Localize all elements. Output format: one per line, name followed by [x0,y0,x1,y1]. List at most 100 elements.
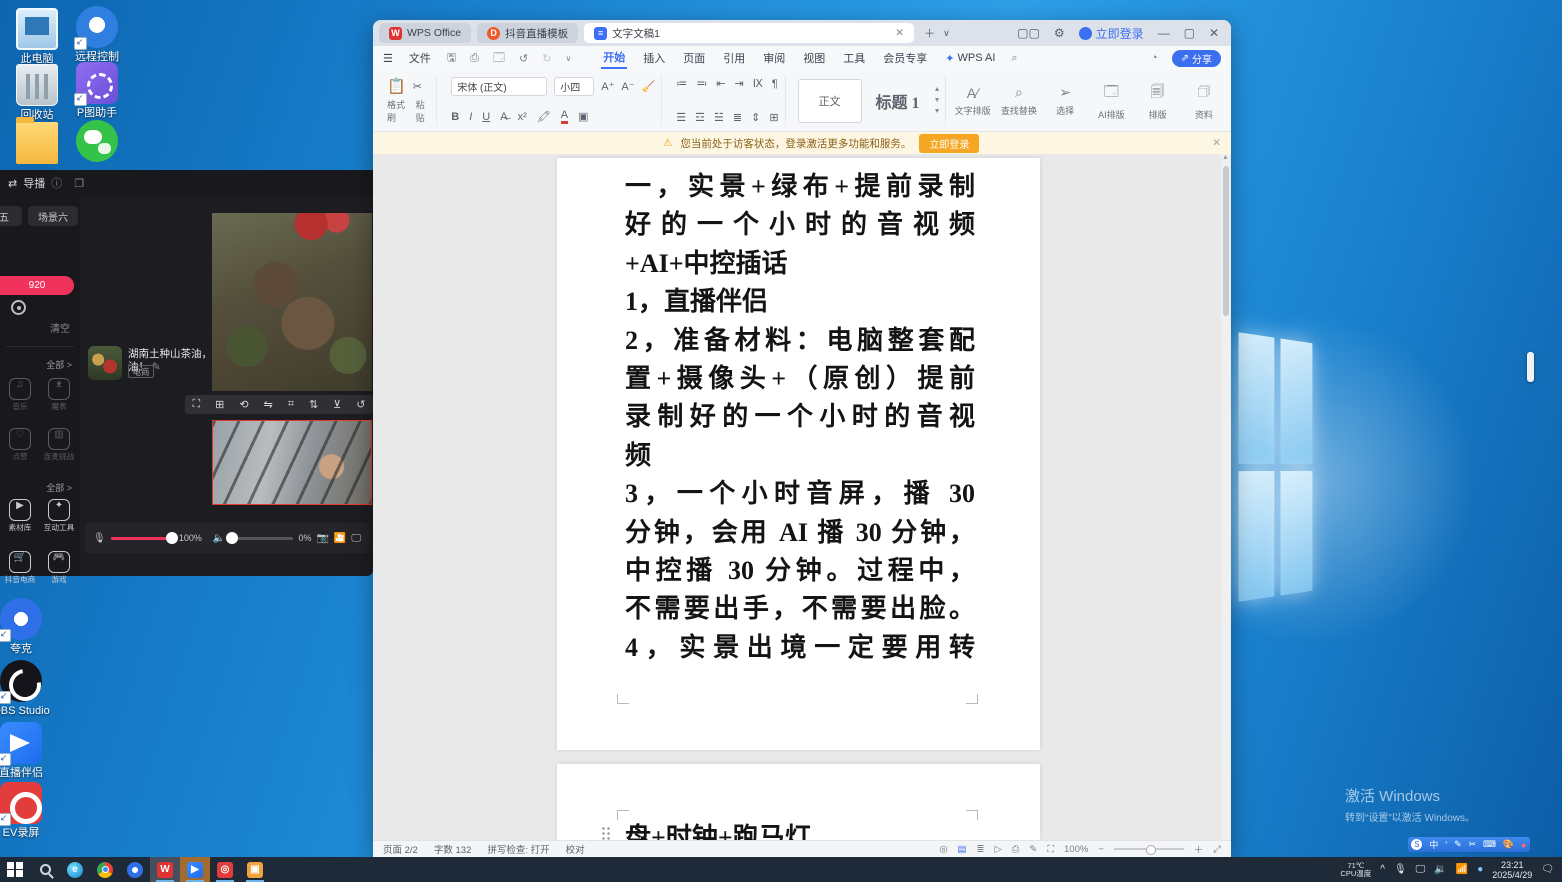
font-name-select[interactable]: 宋体 (正文) [451,77,547,96]
page-2[interactable]: 盘+时钟+跑马灯 [557,764,1040,840]
justify-icon[interactable]: ≣ [733,111,742,124]
select-tool[interactable]: ➢ 选择 [1046,75,1084,126]
outdent-icon[interactable]: ⇤ [716,77,725,90]
undo-icon[interactable]: ↺ [519,52,528,65]
all-link-top[interactable]: 全部 > [46,358,72,371]
record-icon[interactable] [11,300,26,315]
start-button[interactable] [0,857,30,882]
desktop-icon-live-companion[interactable]: 直播伴侣 [0,722,58,779]
desktop-icon-ev-recorder[interactable]: EV录屏 [0,782,58,839]
scrollbar-thumb[interactable] [1223,166,1229,316]
superscript-button[interactable]: x² [518,111,527,123]
paste-button[interactable]: 粘贴 [416,98,431,124]
status-proofread[interactable]: 校对 [566,842,585,856]
zoom-value[interactable]: 100% [1064,844,1088,855]
clear-format-icon[interactable]: 🧹 [642,80,656,93]
mic-volume-slider[interactable] [111,537,174,540]
zoom-slider[interactable] [1114,848,1184,850]
tool-media-library[interactable]: ▶ 素材库 [1,499,39,532]
share-button[interactable]: ⇗ 分享 [1172,50,1221,67]
menu-insert[interactable]: 插入 [641,48,667,68]
microphone-icon[interactable]: 🎙 [93,533,106,544]
new-tab-button[interactable]: ＋ [924,25,935,41]
scroll-up-icon[interactable]: ▲ [1221,154,1230,161]
text-direction-icon[interactable]: Ⅸ [753,77,763,90]
desktop-icon-remote[interactable]: 远程控制 [60,6,134,63]
video-toggle-icon[interactable]: 🎦 [334,533,346,544]
print-icon[interactable]: ⎙ [470,52,479,65]
keyboard-icon[interactable]: ⌨ [1483,839,1496,850]
speaker-icon[interactable]: 🔈 [213,533,225,544]
redo-icon[interactable]: ↻ [542,52,551,65]
help-icon[interactable]: ◎ [939,844,947,855]
vertical-scrollbar[interactable]: ▲ [1221,154,1230,840]
status-spellcheck[interactable]: 拼写检查: 打开 [487,842,549,856]
cpu-temp-widget[interactable]: 71℃ CPU温度 [1340,862,1371,878]
rotate-icon[interactable]: ⟲ [239,398,248,411]
tray-bluetooth-icon[interactable]: ● [1477,864,1483,875]
scene-tab-5[interactable]: 五 [0,206,22,226]
desktop-icon-wechat[interactable] [60,120,134,165]
taskbar-search[interactable] [30,857,60,882]
chinese-mode-icon[interactable]: 中 [1429,838,1438,851]
paste-icon[interactable]: 📋 [387,77,406,95]
maximize-button[interactable]: ▢ [1184,26,1195,40]
decrease-font-icon[interactable]: A⁻ [621,80,634,93]
hamburger-icon[interactable]: ☰ [383,52,393,65]
indent-icon[interactable]: ⇥ [735,77,744,90]
screen-share-icon[interactable]: 🖵 [351,533,361,544]
all-link-bottom[interactable]: 全部 > [46,481,72,494]
scissors-icon[interactable]: ✂ [1469,839,1477,850]
typeset-tool[interactable]: 🗐 排版 [1139,75,1177,126]
style-gallery-arrows[interactable]: ▲▼▼ [934,86,941,115]
flip-vertical-icon[interactable]: ⇅ [309,398,318,411]
align-left-icon[interactable]: ☰ [676,111,686,124]
menu-tools[interactable]: 工具 [841,48,867,68]
taskbar-quark[interactable] [120,857,150,882]
camera-preview-selected[interactable] [212,420,372,505]
edit-pen-icon[interactable]: ✎ [1029,844,1037,855]
close-button[interactable]: ✕ [1209,26,1219,40]
tray-clock[interactable]: 23:21 2025/4/29 [1492,860,1532,880]
fullscreen-icon[interactable]: ⤢ [1213,844,1221,855]
zoom-out-icon[interactable]: − [1098,844,1104,855]
strikethrough-button[interactable]: A̶ [500,111,507,123]
expand-icon[interactable]: ⛶ [192,398,200,411]
borders-icon[interactable]: ⊞ [769,111,778,124]
tab-close-icon[interactable]: ✕ [895,27,904,39]
search-icon[interactable]: ⌕ [1011,52,1017,65]
punctuation-icon[interactable]: ’ [1445,840,1447,850]
paragraph-drag-handle[interactable] [601,826,611,840]
input-method-toolbar[interactable]: S 中 ’ ✎ ✂ ⌨ 🎨 ● [1408,837,1530,852]
tab-doc-template[interactable]: D 抖音直播模板 [477,23,578,43]
info-icon[interactable]: ⓘ [51,175,62,191]
taskbar-wps[interactable]: W [150,857,180,882]
taskbar-ev-recorder[interactable]: ◎ [210,857,240,882]
pilcrow-icon[interactable]: ¶ [772,78,778,90]
cut-icon[interactable]: ✂ [413,80,422,93]
pen-icon[interactable]: ✎ [1454,839,1462,850]
align-center-icon[interactable]: ☲ [695,111,705,124]
resource-tool[interactable]: 🗇 资料 [1185,75,1223,126]
tool-game[interactable]: 🎮 游戏 [40,551,78,584]
skin-icon[interactable]: 🎨 [1503,839,1514,850]
start-live-button[interactable]: 920 [0,276,74,295]
tool-interactive[interactable]: ✦ 互动工具 [40,499,78,532]
font-color-button[interactable]: A [561,109,568,124]
menu-view[interactable]: 视图 [801,48,827,68]
switch-icon[interactable]: ⇄ [8,177,17,190]
tab-current-doc[interactable]: ≡ 文字文稿1 ✕ [584,23,914,43]
scene-tab-6[interactable]: 场景六 [28,206,78,226]
view-print-icon[interactable]: ⎙ [1012,844,1020,855]
notification-center-icon[interactable]: 🗨 [1541,864,1554,875]
taskbar-chrome[interactable] [90,857,120,882]
crop-icon[interactable]: ⌗ [288,398,294,411]
menu-reference[interactable]: 引用 [721,48,747,68]
camera-icon[interactable]: 📷 [316,533,328,544]
view-play-icon[interactable]: ▷ [994,844,1001,855]
font-size-select[interactable]: 小四 [554,77,594,96]
underline-button[interactable]: U [482,111,490,123]
page-1[interactable]: 一，实景+绿布+提前录制 好的一个小时的音视频 +AI+中控插话 1，直播伴侣 … [557,158,1040,750]
speaker-volume-slider[interactable] [230,537,293,540]
increase-font-icon[interactable]: A⁺ [601,80,614,93]
